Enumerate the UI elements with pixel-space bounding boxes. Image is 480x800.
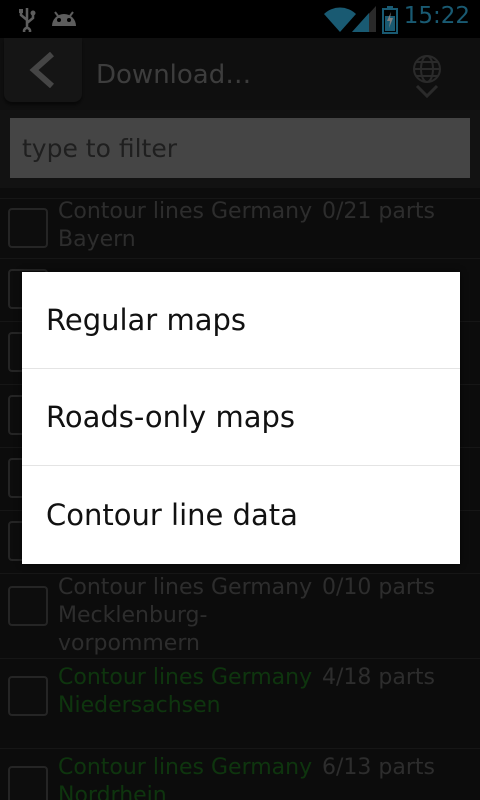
regular-maps-option[interactable]: Regular maps <box>22 272 460 369</box>
contour-line-data-option[interactable]: Contour line data <box>22 466 460 563</box>
map-type-dialog: Regular maps Roads-only maps Contour lin… <box>22 272 460 564</box>
roads-only-maps-option[interactable]: Roads-only maps <box>22 369 460 466</box>
